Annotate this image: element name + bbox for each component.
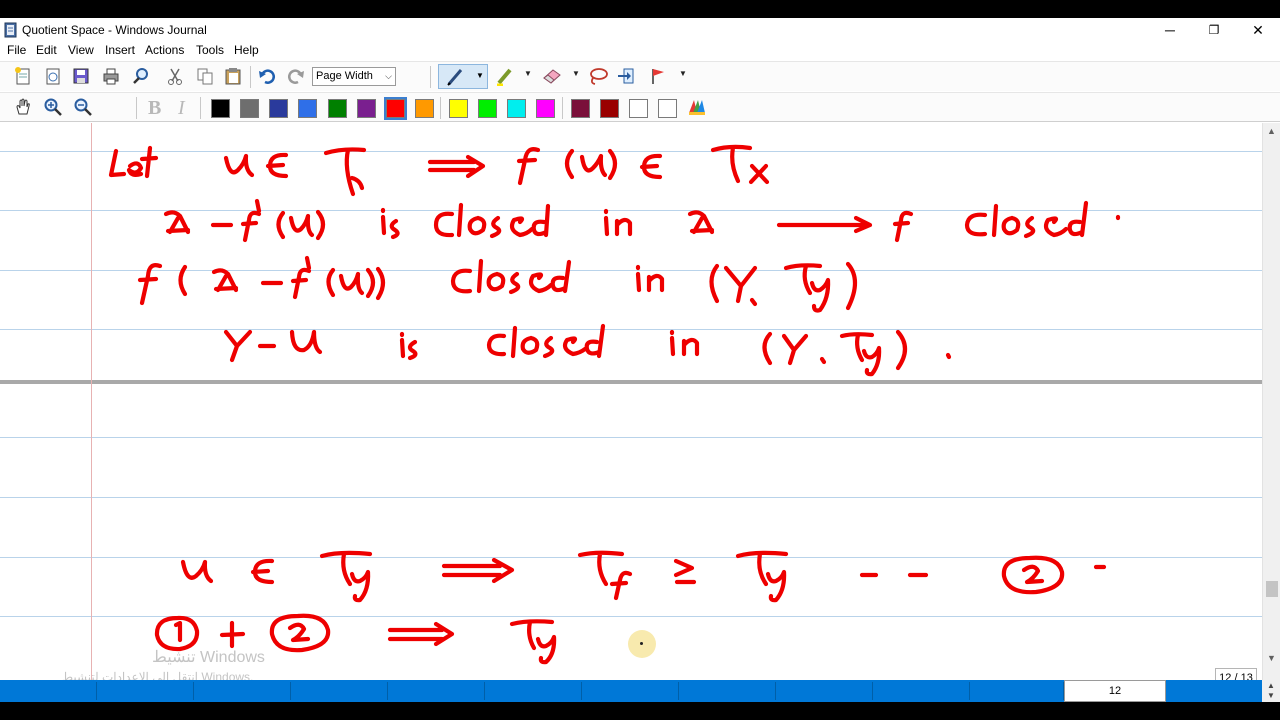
color-swatch-lime[interactable] [478,99,497,118]
highlighter-icon[interactable] [494,65,516,87]
menu-help[interactable]: Help [234,43,259,57]
eraser-icon[interactable] [541,65,563,87]
menu-actions[interactable]: Actions [145,43,184,57]
color-swatch-magenta[interactable] [536,99,555,118]
cut-icon[interactable] [164,65,186,87]
handwritten-ink [108,144,1121,665]
color-swatch-green[interactable] [328,99,347,118]
activation-watermark-title: تنشيط Windows [152,649,265,666]
zoom-out-icon[interactable] [72,96,94,118]
title-bar: Quotient Space - Windows Journal ─ ❐ ✕ [0,18,1280,42]
color-swatch-gray[interactable] [240,99,259,118]
menu-tools[interactable]: Tools [196,43,224,57]
print-icon[interactable] [100,65,122,87]
color-swatch-dark-red[interactable] [600,99,619,118]
italic-button[interactable]: I [178,97,185,120]
menu-bar: File Edit View Insert Actions Tools Help [0,42,1280,60]
flag-icon[interactable] [647,65,669,87]
color-swatch-black[interactable] [211,99,230,118]
color-swatch-cyan[interactable] [507,99,526,118]
pen-cursor [628,630,656,658]
undo-icon[interactable] [256,65,278,87]
menu-view[interactable]: View [68,43,94,57]
new-note-icon[interactable] [12,65,34,87]
color-swatch-red[interactable] [384,97,407,120]
scrollbar-thumb[interactable] [1266,581,1278,597]
page-nav-arrows[interactable]: ▲ ▼ [1262,680,1280,702]
color-swatch-maroon[interactable] [571,99,590,118]
chevron-up-icon[interactable]: ▲ [1267,681,1275,690]
zoom-dropdown[interactable]: Page Width ⌵ [312,67,396,86]
chevron-down-icon[interactable]: ▼ [1267,691,1275,700]
chevron-down-icon: ⌵ [385,71,392,81]
restore-button[interactable]: ❐ [1192,18,1236,42]
pen-toolbar: B I [0,92,1280,122]
copy-icon[interactable] [194,65,216,87]
bold-button[interactable]: B [148,97,161,120]
save-icon[interactable] [70,65,92,87]
current-page-indicator[interactable]: 12 [1064,680,1166,702]
window-title: Quotient Space - Windows Journal [22,23,207,37]
close-button[interactable]: ✕ [1236,18,1280,42]
color-swatch-yellow[interactable] [449,99,468,118]
chevron-down-icon[interactable]: ▼ [679,69,687,78]
menu-insert[interactable]: Insert [105,43,135,57]
pen-tool-button[interactable]: ▼ [438,64,488,89]
color-palette-icon[interactable] [686,96,708,118]
color-swatch-purple[interactable] [357,99,376,118]
chevron-down-icon[interactable]: ▼ [476,71,484,80]
menu-edit[interactable]: Edit [36,43,57,57]
zoom-value: Page Width [316,70,373,82]
journal-window: Quotient Space - Windows Journal ─ ❐ ✕ F… [0,18,1280,702]
insert-space-icon[interactable] [615,65,637,87]
color-swatch-white[interactable] [629,99,648,118]
chevron-down-icon[interactable]: ▼ [524,69,532,78]
color-swatch-dark-blue[interactable] [269,99,288,118]
standard-toolbar: Page Width ⌵ ▼ ▼ ▼ ▼ [0,61,1280,91]
find-icon[interactable] [130,65,152,87]
color-swatch-white-2[interactable] [658,99,677,118]
color-swatch-blue[interactable] [298,99,317,118]
minimize-button[interactable]: ─ [1148,18,1192,42]
redo-icon[interactable] [285,65,307,87]
zoom-in-icon[interactable] [42,96,64,118]
scroll-down-icon[interactable]: ▼ [1267,653,1276,663]
menu-file[interactable]: File [7,43,26,57]
paste-icon[interactable] [222,65,244,87]
vertical-scrollbar[interactable]: ▲ ▼ [1262,123,1280,680]
open-note-icon[interactable] [42,65,64,87]
journal-app-icon [4,22,17,38]
lasso-select-icon[interactable] [587,65,609,87]
pen-icon [447,69,463,86]
scroll-up-icon[interactable]: ▲ [1267,126,1276,136]
hand-pan-icon[interactable] [12,96,34,118]
chevron-down-icon[interactable]: ▼ [572,69,580,78]
color-swatch-orange[interactable] [415,99,434,118]
